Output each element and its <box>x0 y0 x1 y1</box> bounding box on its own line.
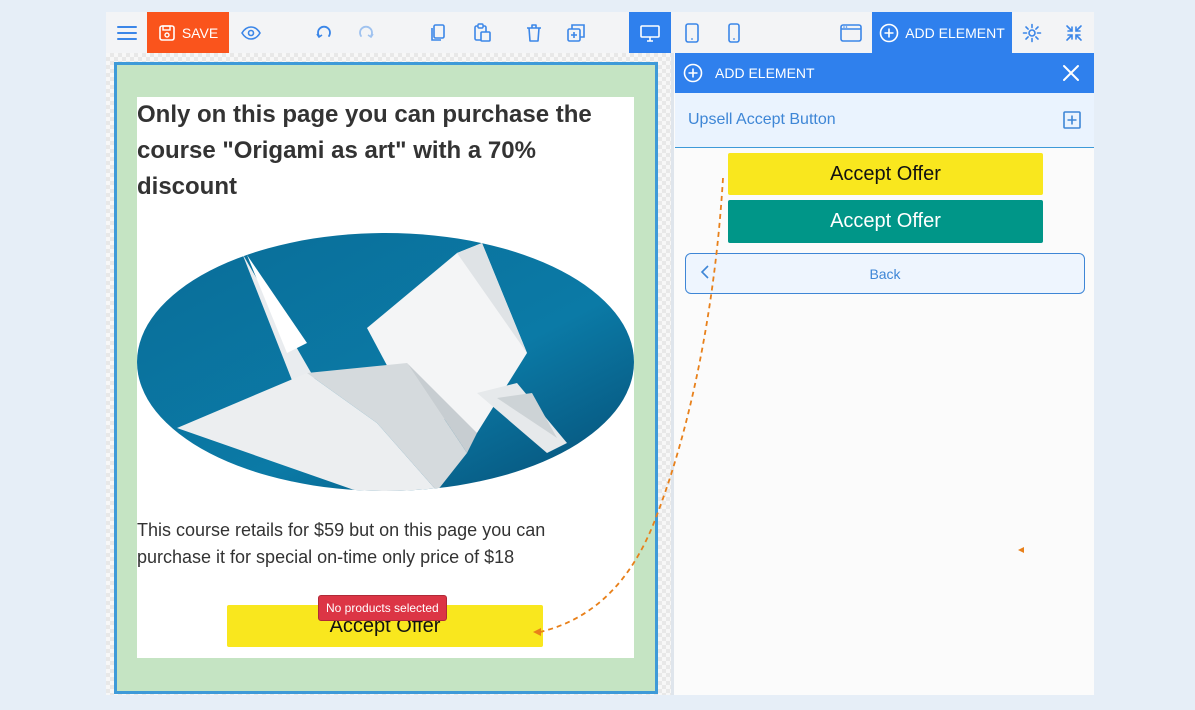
page-builder: SAVE ADD ELEMENT Only on this page you c… <box>106 12 1094 695</box>
page-body-text[interactable]: This course retails for $59 but on this … <box>137 517 617 571</box>
paste-icon[interactable] <box>462 12 502 53</box>
desktop-view-icon[interactable] <box>629 12 671 53</box>
trash-icon[interactable] <box>514 12 554 53</box>
panel-title: ADD ELEMENT <box>715 65 815 81</box>
browser-window-icon[interactable] <box>830 12 872 53</box>
no-products-badge: No products selected <box>318 595 447 621</box>
expand-square-icon[interactable] <box>1063 111 1081 134</box>
section-header[interactable]: Upsell Accept Button <box>675 93 1094 148</box>
collapse-icon[interactable] <box>1054 12 1094 53</box>
canvas-scrollbar[interactable] <box>671 53 674 695</box>
add-element-button[interactable]: ADD ELEMENT <box>872 12 1012 53</box>
chevron-left-icon <box>700 265 710 282</box>
add-element-label: ADD ELEMENT <box>905 24 1005 41</box>
accept-offer-yellow-option[interactable]: Accept Offer <box>728 153 1043 195</box>
tablet-view-icon[interactable] <box>672 12 712 53</box>
plus-circle-icon <box>879 23 899 42</box>
floppy-icon <box>159 24 175 41</box>
section-title: Upsell Accept Button <box>688 111 836 128</box>
toolbar: SAVE ADD ELEMENT <box>106 12 1094 53</box>
panel-header: ADD ELEMENT <box>675 53 1094 93</box>
mobile-view-icon[interactable] <box>714 12 754 53</box>
copy-icon[interactable] <box>418 12 458 53</box>
save-button[interactable]: SAVE <box>147 12 229 53</box>
back-button[interactable]: Back <box>685 253 1085 294</box>
page-section[interactable]: Only on this page you can purchase the c… <box>114 62 658 694</box>
origami-crane-image[interactable] <box>137 233 634 491</box>
add-element-panel: ADD ELEMENT Upsell Accept Button Accept … <box>675 53 1094 695</box>
undo-icon[interactable] <box>304 12 344 53</box>
preview-eye-icon[interactable] <box>230 12 271 53</box>
content-card[interactable]: Only on this page you can purchase the c… <box>137 97 634 658</box>
back-label: Back <box>869 265 901 282</box>
plus-circle-icon <box>683 63 703 83</box>
duplicate-icon[interactable] <box>556 12 596 53</box>
accept-offer-teal-option[interactable]: Accept Offer <box>728 200 1043 243</box>
gear-icon[interactable] <box>1012 12 1052 53</box>
redo-icon[interactable] <box>346 12 386 53</box>
menu-icon[interactable] <box>106 12 147 53</box>
close-icon[interactable] <box>1062 64 1080 85</box>
save-label: SAVE <box>181 24 219 41</box>
editor-canvas[interactable]: Only on this page you can purchase the c… <box>106 53 674 695</box>
page-headline[interactable]: Only on this page you can purchase the c… <box>137 97 627 205</box>
